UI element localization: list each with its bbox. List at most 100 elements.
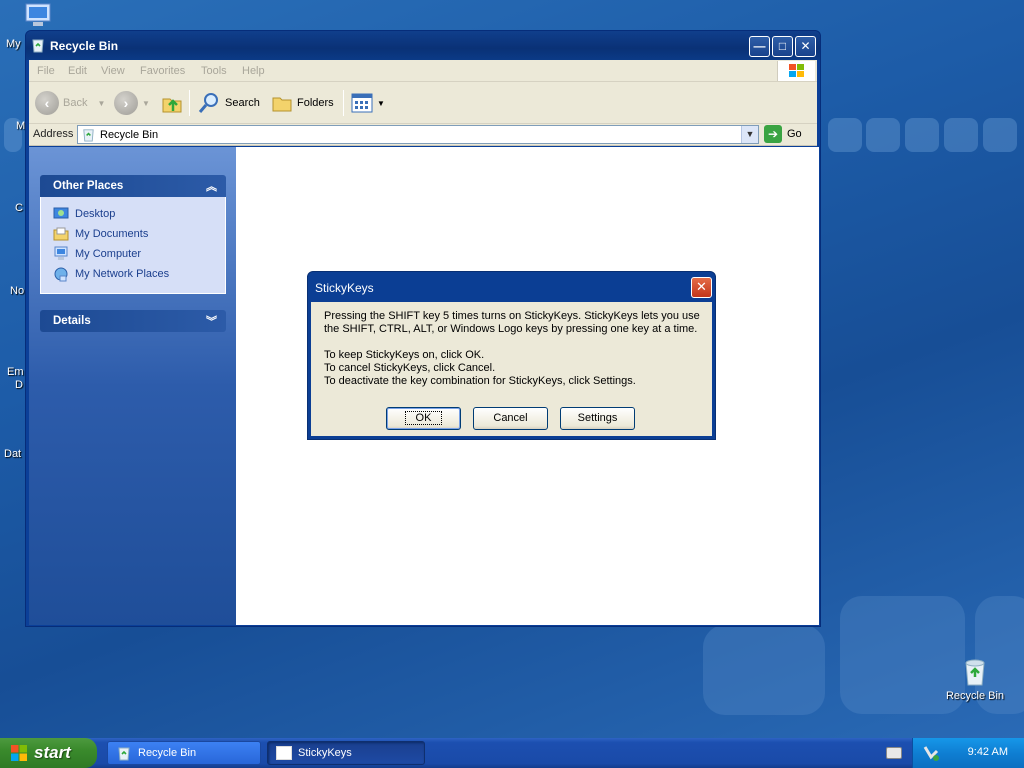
desktop-icon-recycle-bin[interactable]: Recycle Bin [940, 657, 1010, 702]
go-button[interactable]: ➔ Go [764, 125, 802, 143]
address-label: Address [33, 128, 74, 140]
clock[interactable]: 9:42 AM [968, 746, 1008, 758]
dialog-close-button[interactable]: ✕ [691, 277, 712, 298]
dialog-line: To cancel StickyKeys, click Cancel. [324, 362, 496, 374]
toolbar-separator [343, 90, 344, 116]
views-dropdown-icon: ▼ [377, 98, 385, 108]
collapse-chevron-icon[interactable]: ︽ [206, 178, 217, 194]
place-label: My Documents [75, 228, 149, 240]
desktop-icon-my-computer[interactable] [22, 2, 56, 33]
menu-view[interactable]: View [101, 65, 125, 77]
ok-button[interactable]: OK [386, 407, 461, 430]
views-grid-icon [351, 93, 373, 113]
place-my-computer[interactable]: My Computer [53, 246, 141, 262]
other-places-panel: Desktop My Documents My Computer My Netw… [40, 197, 226, 294]
details-title: Details [53, 315, 91, 327]
start-button[interactable]: start [0, 738, 97, 768]
window-icon [276, 746, 292, 760]
place-label: My Computer [75, 248, 142, 260]
expand-chevron-icon[interactable]: ︾ [206, 313, 217, 329]
menu-file[interactable]: File [37, 65, 55, 77]
views-button[interactable]: ▼ [351, 89, 385, 117]
address-bar: Address Recycle Bin ▼ ➔ Go [29, 124, 817, 146]
desktop-edge-label: No [10, 285, 25, 297]
folders-button[interactable]: Folders [271, 89, 334, 117]
address-field[interactable]: Recycle Bin ▼ [77, 125, 759, 144]
dialog-line-gap [324, 336, 704, 349]
details-header[interactable]: Details ︾ [40, 310, 226, 332]
back-button[interactable]: ‹ Back ▼ [35, 89, 105, 117]
place-desktop[interactable]: Desktop [53, 206, 115, 222]
desktop-tile [828, 118, 862, 152]
search-icon [198, 93, 218, 113]
menu-edit[interactable]: Edit [68, 65, 87, 77]
other-places-header[interactable]: Other Places ︽ [40, 175, 226, 197]
forward-button[interactable]: › ▼ [114, 89, 150, 117]
place-my-network-places[interactable]: My Network Places [53, 266, 169, 282]
search-label: Search [225, 97, 260, 109]
network-places-icon [54, 267, 68, 282]
desktop-tile [866, 118, 900, 152]
dialog-line: To keep StickyKeys on, click OK. [324, 349, 485, 361]
place-label: Desktop [75, 208, 116, 220]
recycle-bin-icon [83, 129, 94, 142]
dialog-title: StickyKeys [315, 281, 374, 295]
dialog-line: Pressing the SHIFT key 5 times turns on … [324, 310, 700, 322]
desktop-edge-label: C [15, 202, 23, 214]
place-my-documents[interactable]: My Documents [53, 226, 148, 242]
dialog-message: Pressing the SHIFT key 5 times turns on … [324, 310, 704, 388]
desktop-edge-label: My [6, 38, 21, 50]
system-tray: 9:42 AM [912, 738, 1024, 768]
taskbar-item-recycle-bin[interactable]: Recycle Bin [107, 741, 261, 765]
forward-dropdown-icon: ▼ [142, 98, 150, 108]
toolbar: ‹ Back ▼ › ▼ Search Folders ▼ [29, 82, 817, 124]
stickykeys-dialog: StickyKeys ✕ Pressing the SHIFT key 5 ti… [307, 271, 716, 440]
desktop-edge-label: D [15, 379, 23, 391]
search-button[interactable]: Search [197, 89, 260, 117]
windows-logo-icon [777, 61, 815, 81]
window-titlebar[interactable]: Recycle Bin — □ ✕ [26, 31, 820, 60]
dialog-line: the SHIFT, CTRL, ALT, or Windows Logo ke… [324, 323, 698, 335]
address-value: Recycle Bin [100, 129, 159, 141]
back-dropdown-icon: ▼ [97, 98, 106, 108]
computer-icon [25, 3, 51, 26]
up-folder-icon [162, 98, 182, 113]
ok-label: OK [404, 411, 443, 425]
window-title: Recycle Bin [50, 39, 119, 53]
desktop-edge-label: Dat [4, 448, 22, 460]
recycle-bin-icon-label: Recycle Bin [945, 690, 1005, 702]
keyboard-icon[interactable] [886, 747, 902, 759]
maximize-button[interactable]: □ [772, 36, 793, 57]
desktop-tile [944, 118, 978, 152]
my-documents-icon [53, 227, 69, 241]
folders-icon [272, 97, 292, 112]
recycle-bin-icon [965, 659, 985, 686]
windows-logo-icon [11, 745, 27, 761]
close-button[interactable]: ✕ [795, 36, 816, 57]
minimize-button[interactable]: — [749, 36, 770, 57]
back-arrow-icon: ‹ [35, 91, 59, 115]
address-dropdown-icon[interactable]: ▼ [741, 126, 758, 143]
dialog-body: Pressing the SHIFT key 5 times turns on … [311, 302, 712, 436]
taskbar: start Recycle Bin StickyKeys 9:42 AM [0, 738, 1024, 768]
up-folder-button[interactable] [160, 89, 184, 117]
recycle-bin-icon [32, 39, 44, 53]
task-pane: Other Places ︽ Desktop My Documents My C… [29, 147, 236, 625]
place-label: My Network Places [75, 268, 170, 280]
menu-help[interactable]: Help [242, 65, 265, 77]
start-label: start [34, 743, 71, 762]
go-label: Go [787, 128, 802, 140]
stickykeys-tray-icon[interactable] [921, 744, 941, 762]
other-places-title: Other Places [53, 180, 124, 192]
menu-tools[interactable]: Tools [201, 65, 227, 77]
menu-favorites[interactable]: Favorites [140, 65, 185, 77]
folders-label: Folders [297, 97, 334, 109]
cancel-button[interactable]: Cancel [473, 407, 548, 430]
settings-button[interactable]: Settings [560, 407, 635, 430]
menu-bar: File Edit View Favorites Tools Help [29, 60, 817, 82]
taskbar-item-stickykeys[interactable]: StickyKeys [267, 741, 425, 765]
desktop-tile [703, 625, 825, 715]
desktop-icon [53, 207, 69, 219]
back-label: Back [63, 97, 88, 109]
desktop-tile [983, 118, 1017, 152]
